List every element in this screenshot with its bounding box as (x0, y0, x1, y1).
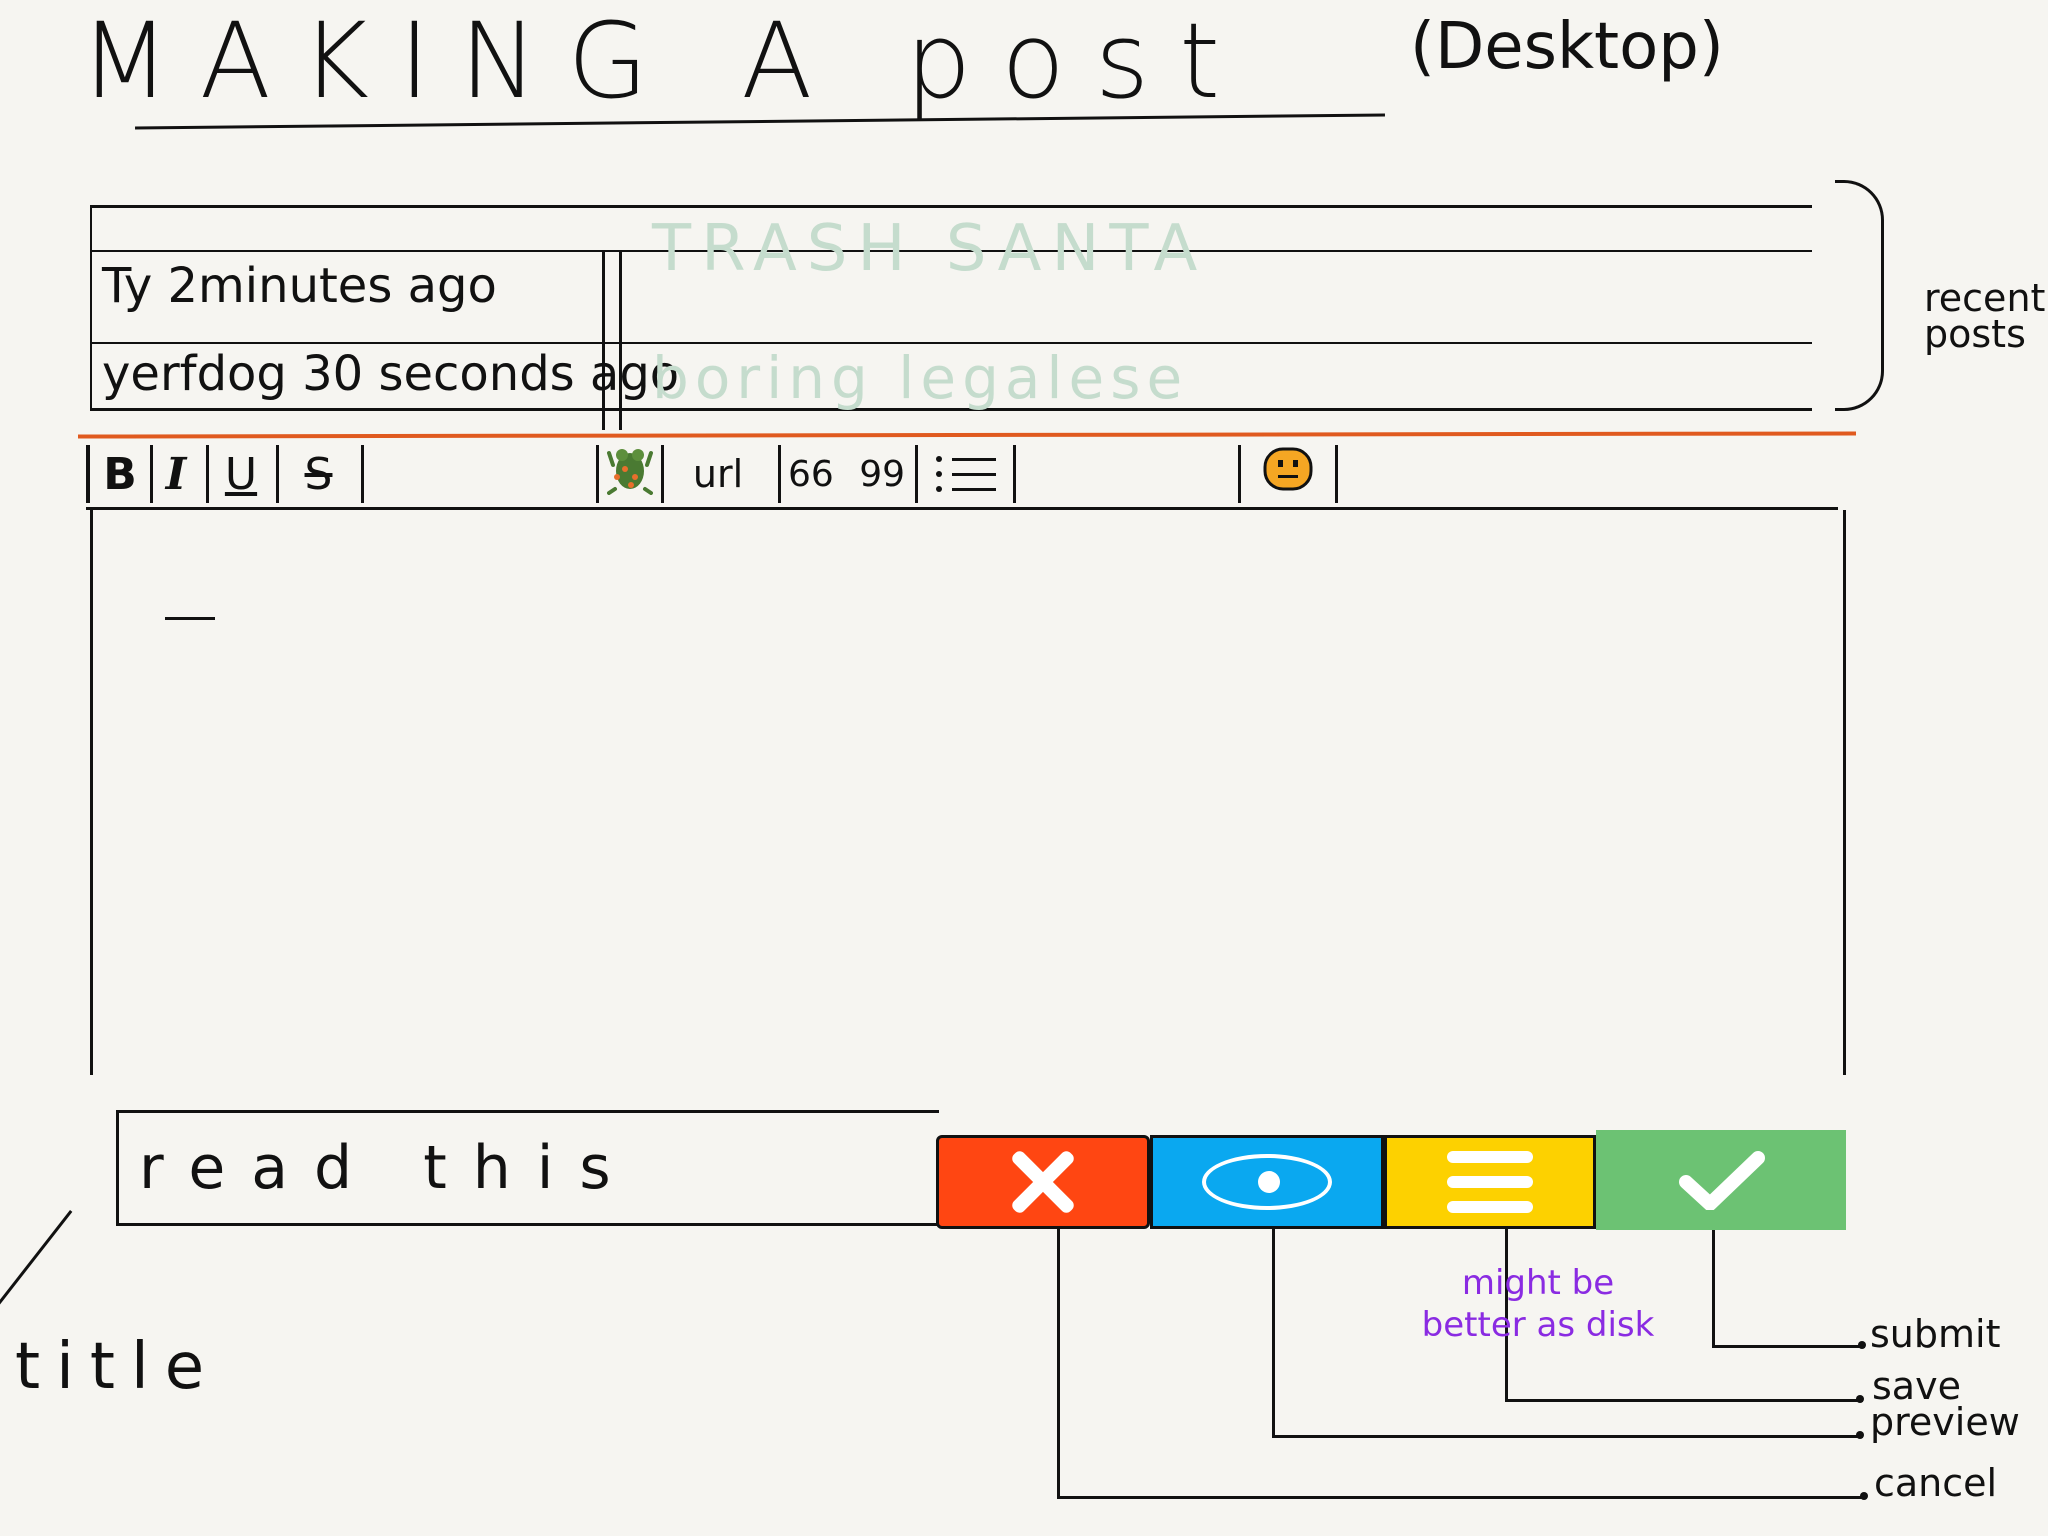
list-button[interactable] (918, 445, 1016, 503)
preview-button[interactable] (1150, 1135, 1384, 1229)
cancel-annotation: cancel (1874, 1461, 1998, 1505)
submit-annotation: submit (1870, 1312, 2001, 1356)
recent-post-meta: yerfdog 30 seconds ago (102, 346, 680, 402)
recent-posts-label: recent posts (1924, 276, 2046, 356)
recent-post-title[interactable]: TRASH SANTA (652, 212, 1207, 286)
save-button[interactable] (1384, 1135, 1596, 1229)
page-subtitle: (Desktop) (1410, 10, 1724, 84)
quote-button[interactable]: 66 99 (778, 445, 918, 503)
underline-button[interactable]: U (206, 445, 279, 503)
insert-image-button[interactable] (596, 445, 664, 503)
title-field-annotation: title (15, 1330, 221, 1404)
close-icon (1008, 1147, 1078, 1217)
submit-button[interactable] (1596, 1130, 1846, 1230)
strikethrough-button[interactable]: S (276, 445, 364, 503)
recent-post-meta: Ty 2minutes ago (102, 258, 497, 314)
italic-button[interactable]: I (146, 445, 209, 503)
check-icon (1676, 1150, 1766, 1211)
list-icon (935, 452, 996, 496)
bold-button[interactable]: B (86, 445, 153, 503)
toolbar-spacer (1013, 445, 1241, 503)
leader-dot (1860, 1492, 1868, 1500)
page-title: MAKING A post (80, 0, 1250, 122)
formatting-toolbar: B I U S url 66 99 (86, 445, 1838, 510)
recent-posts-panel: Ty 2minutes ago TRASH SANTA yerfdog 30 s… (90, 205, 1812, 430)
title-leader-line (0, 1210, 76, 1317)
emoji-button[interactable] (1238, 445, 1338, 503)
preview-annotation: preview (1870, 1400, 2020, 1444)
frog-image-icon (607, 443, 653, 506)
text-cursor (165, 617, 215, 620)
neutral-face-icon (1262, 446, 1314, 503)
eye-icon (1202, 1154, 1332, 1210)
recent-post-row[interactable]: yerfdog 30 seconds ago boring legalese (92, 340, 1812, 430)
cancel-button[interactable] (936, 1135, 1150, 1229)
column-divider (602, 340, 622, 430)
quote-open-icon: 66 (788, 453, 834, 495)
recent-post-row[interactable]: Ty 2minutes ago TRASH SANTA (92, 212, 1812, 344)
post-title-value: read this (139, 1133, 637, 1203)
insert-url-button[interactable]: url (658, 445, 781, 503)
save-note-annotation: might be better as disk (1421, 1263, 1655, 1345)
recent-posts-brace (1835, 180, 1884, 411)
toolbar-spacer (361, 445, 599, 503)
quote-close-icon: 99 (859, 453, 905, 495)
post-body-editor[interactable] (90, 510, 1846, 1075)
recent-post-title[interactable]: boring legalese (652, 344, 1188, 412)
column-divider (602, 252, 622, 342)
post-title-input[interactable]: read this (116, 1110, 939, 1226)
menu-icon (1447, 1149, 1533, 1215)
separator-line (77, 431, 1857, 439)
